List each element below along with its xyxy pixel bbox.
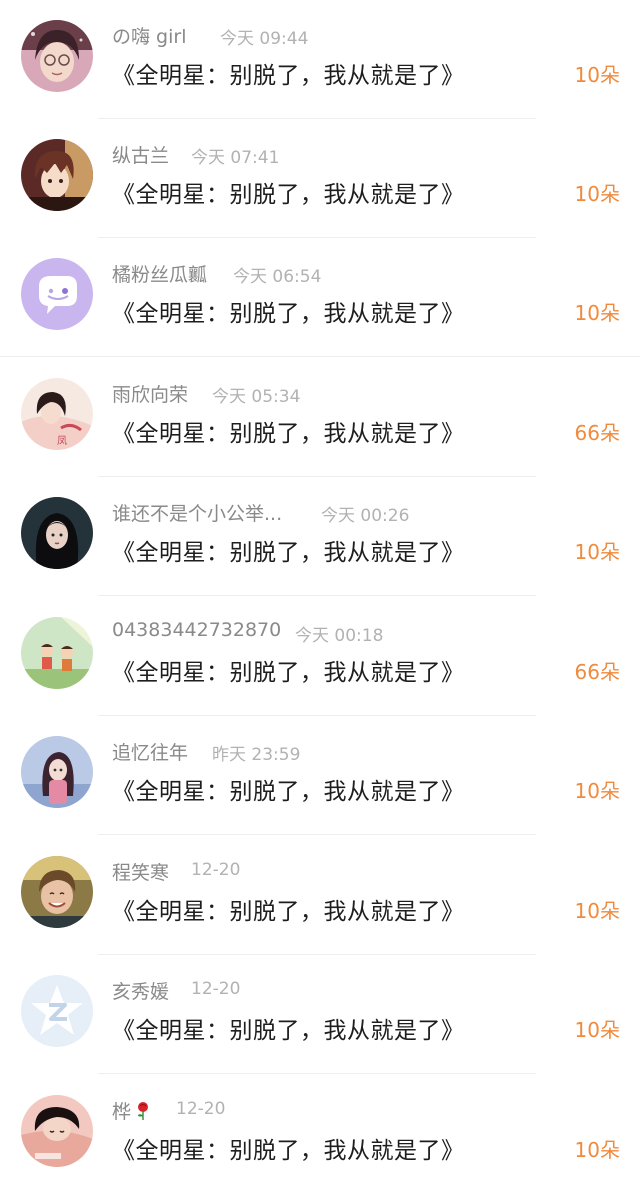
list-item[interactable]: 亥秀媛 12-20 《全明星：别脱了，我从就是了》 10朵 bbox=[0, 955, 640, 1074]
user-name[interactable]: 亥秀媛 bbox=[112, 977, 169, 1004]
message-text: 《全明星：别脱了，我从就是了》 bbox=[112, 1138, 465, 1164]
timestamp: 12-20 bbox=[191, 860, 241, 880]
flower-amount: 66朵 bbox=[574, 421, 620, 445]
message-text: 《全明星：别脱了，我从就是了》 bbox=[112, 301, 465, 327]
avatar[interactable] bbox=[21, 975, 93, 1047]
divider bbox=[98, 1073, 536, 1074]
divider bbox=[98, 834, 536, 835]
avatar[interactable] bbox=[21, 497, 93, 569]
message-text: 《全明星：别脱了，我从就是了》 bbox=[112, 63, 465, 89]
anime-girl-avatar bbox=[21, 736, 93, 808]
divider bbox=[98, 595, 536, 596]
timestamp: 今天 00:26 bbox=[321, 506, 410, 526]
flower-amount: 66朵 bbox=[574, 660, 620, 684]
avatar[interactable]: 凤 bbox=[21, 378, 93, 450]
flower-amount: 10朵 bbox=[574, 301, 620, 325]
avatar[interactable] bbox=[21, 258, 93, 330]
flower-amount: 10朵 bbox=[574, 182, 620, 206]
woman-glasses-avatar bbox=[21, 20, 93, 92]
message-text: 《全明星：别脱了，我从就是了》 bbox=[112, 421, 465, 447]
flower-amount: 10朵 bbox=[574, 1138, 620, 1162]
timestamp: 12-20 bbox=[191, 979, 241, 999]
flower-amount: 10朵 bbox=[574, 899, 620, 923]
avatar[interactable] bbox=[21, 856, 93, 928]
avatar[interactable] bbox=[21, 736, 93, 808]
user-name[interactable]: 纵古兰 bbox=[112, 141, 169, 168]
flower-amount: 10朵 bbox=[574, 779, 620, 803]
list-item[interactable]: 纵古兰 今天 07:41 《全明星：别脱了，我从就是了》 10朵 bbox=[0, 119, 640, 238]
dark-hair-girl-avatar bbox=[21, 497, 93, 569]
chat-bubble-avatar bbox=[21, 258, 93, 330]
flower-amount: 10朵 bbox=[574, 540, 620, 564]
user-name[interactable]: 追忆往年 bbox=[112, 738, 188, 765]
user-name[interactable]: 雨欣向荣 bbox=[112, 380, 188, 407]
user-name[interactable]: 04383442732870 bbox=[112, 619, 281, 641]
avatar[interactable] bbox=[21, 1095, 93, 1167]
divider bbox=[0, 356, 640, 357]
avatar[interactable] bbox=[21, 617, 93, 689]
sleeping-person-avatar bbox=[21, 1095, 93, 1167]
list-item[interactable]: 程笑寒 12-20 《全明星：别脱了，我从就是了》 10朵 bbox=[0, 836, 640, 955]
anime-boy-avatar bbox=[21, 139, 93, 211]
timestamp: 今天 00:18 bbox=[295, 626, 384, 646]
message-text: 《全明星：别脱了，我从就是了》 bbox=[112, 540, 465, 566]
list-item[interactable]: の嗨 girl 今天 09:44 《全明星：别脱了，我从就是了》 10朵 bbox=[0, 0, 640, 119]
user-name[interactable]: 桦 bbox=[112, 1097, 152, 1124]
user-name[interactable]: 程笑寒 bbox=[112, 858, 169, 885]
message-text: 《全明星：别脱了，我从就是了》 bbox=[112, 899, 465, 925]
default-star-avatar bbox=[21, 975, 93, 1047]
message-text: 《全明星：别脱了，我从就是了》 bbox=[112, 660, 465, 686]
user-name[interactable]: の嗨 girl bbox=[112, 22, 186, 49]
message-text: 《全明星：别脱了，我从就是了》 bbox=[112, 1018, 465, 1044]
timestamp: 今天 07:41 bbox=[191, 148, 280, 168]
list-item[interactable]: 橘粉丝瓜瓤 今天 06:54 《全明星：别脱了，我从就是了》 10朵 bbox=[0, 238, 640, 357]
avatar[interactable] bbox=[21, 139, 93, 211]
list-item[interactable]: 谁还不是个小公举... 今天 00:26 《全明星：别脱了，我从就是了》 10朵 bbox=[0, 477, 640, 596]
smiling-person-avatar bbox=[21, 856, 93, 928]
user-name[interactable]: 谁还不是个小公举... bbox=[112, 499, 282, 526]
flower-amount: 10朵 bbox=[574, 1018, 620, 1042]
gift-record-list: の嗨 girl 今天 09:44 《全明星：别脱了，我从就是了》 10朵 纵古兰… bbox=[0, 0, 640, 1186]
message-text: 《全明星：别脱了，我从就是了》 bbox=[112, 779, 465, 805]
timestamp: 昨天 23:59 bbox=[212, 745, 301, 765]
list-item[interactable]: 04383442732870 今天 00:18 《全明星：别脱了，我从就是了》 … bbox=[0, 597, 640, 716]
timestamp: 12-20 bbox=[176, 1099, 226, 1119]
avatar[interactable] bbox=[21, 20, 93, 92]
message-text: 《全明星：别脱了，我从就是了》 bbox=[112, 182, 465, 208]
rose-icon bbox=[138, 1102, 149, 1120]
illustrated-girl-avatar: 凤 bbox=[21, 378, 93, 450]
timestamp: 今天 09:44 bbox=[220, 29, 309, 49]
timestamp: 今天 05:34 bbox=[212, 387, 301, 407]
list-item[interactable]: 追忆往年 昨天 23:59 《全明星：别脱了，我从就是了》 10朵 bbox=[0, 716, 640, 835]
list-item[interactable]: 凤 雨欣向荣 今天 05:34 《全明星：别脱了，我从就是了》 66朵 bbox=[0, 358, 640, 477]
cartoon-kids-avatar bbox=[21, 617, 93, 689]
svg-text:凤: 凤 bbox=[57, 435, 67, 447]
user-name[interactable]: 橘粉丝瓜瓤 bbox=[112, 260, 207, 287]
flower-amount: 10朵 bbox=[574, 63, 620, 87]
timestamp: 今天 06:54 bbox=[233, 267, 322, 287]
list-item[interactable]: 桦 12-20 《全明星：别脱了，我从就是了》 10朵 bbox=[0, 1075, 640, 1194]
user-name-text: 桦 bbox=[112, 1101, 132, 1123]
